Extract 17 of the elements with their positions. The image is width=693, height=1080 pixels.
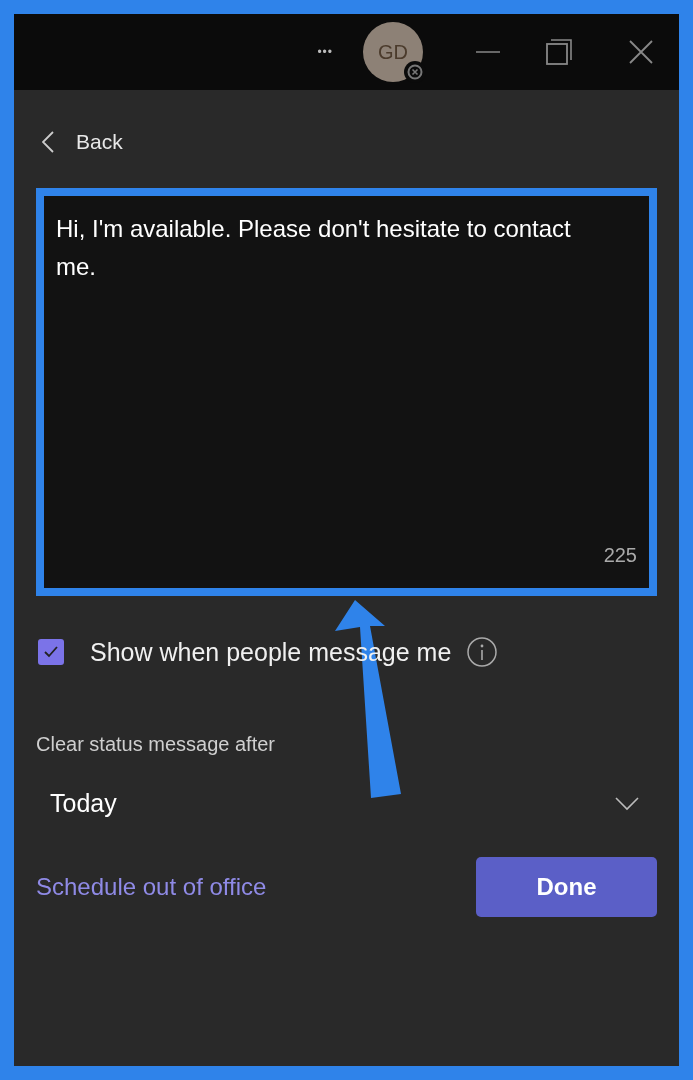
more-button[interactable]: ••• [317,43,333,61]
restore-icon[interactable] [545,38,573,66]
check-icon [44,646,58,659]
checkbox[interactable] [38,639,64,666]
close-icon[interactable] [629,40,653,64]
schedule-link[interactable]: Schedule out of office [36,868,267,905]
status-message-field[interactable]: Hi, I'm available. Please don't hesitate to contact me. 225 [36,187,657,596]
clear-after-label: Clear status message after [36,732,276,757]
back-button[interactable]: Back [42,126,123,158]
character-count: 225 [603,542,637,568]
chevron-left-icon [42,130,54,153]
info-icon[interactable] [467,637,498,668]
status-message-text: Hi, I'm available. Please don't hesitate to contact me. [56,213,572,282]
done-button[interactable]: Done [476,856,657,917]
chevron-down-icon [615,796,639,811]
clear-after-dropdown[interactable]: Today [36,785,657,823]
minimize-icon[interactable] [475,50,501,54]
